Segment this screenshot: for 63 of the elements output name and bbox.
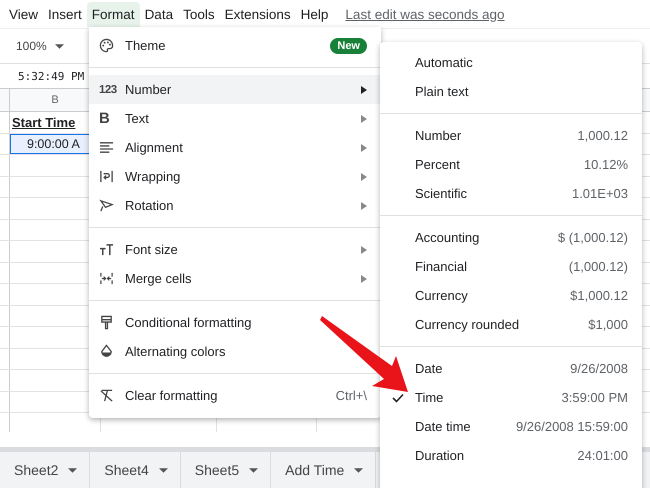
- glyph-icon: 123: [99, 84, 117, 96]
- menu-item[interactable]: Extensions: [220, 2, 296, 26]
- menu-item[interactable]: Currency rounded $1,000: [380, 310, 642, 339]
- example-value: 1,000.12: [577, 128, 628, 143]
- new-badge: New: [330, 38, 367, 54]
- example-value: 24:01:00: [577, 448, 628, 463]
- example-value: 10.12%: [584, 157, 628, 172]
- menu-item[interactable]: Accounting $ (1,000.12): [380, 223, 642, 252]
- formula-value: 5:32:49 PM: [18, 70, 84, 82]
- example-value: $ (1,000.12): [558, 230, 628, 245]
- menu-item[interactable]: Scientific 1.01E+03: [380, 179, 642, 208]
- menu-item[interactable]: Plain text: [380, 77, 642, 106]
- caret-icon: [354, 468, 364, 472]
- menu-item[interactable]: Help: [296, 2, 334, 26]
- palette-icon: [99, 38, 114, 53]
- sheet-tab[interactable]: Sheet4: [90, 452, 181, 488]
- clear-format-icon: [99, 388, 114, 403]
- wrap-icon: [99, 169, 114, 184]
- menu-item[interactable]: Merge cells: [89, 264, 381, 293]
- menu-item[interactable]: Currency $1,000.12: [380, 281, 642, 310]
- caret-icon: [158, 468, 168, 472]
- menu-item[interactable]: 123 Number: [89, 75, 381, 104]
- menu-item[interactable]: Rotation: [89, 191, 381, 220]
- sheet-tab[interactable]: Sheet2: [0, 452, 90, 488]
- menu-item[interactable]: Conditional formatting: [89, 308, 381, 337]
- example-value: 9/26/2008 15:59:00: [516, 419, 628, 434]
- example-value: $1,000.12: [570, 288, 628, 303]
- menu-item[interactable]: Insert: [43, 2, 87, 26]
- sheet-tab[interactable]: Add Time: [271, 452, 376, 488]
- menu-item[interactable]: Format: [86, 2, 140, 26]
- example-value: (1,000.12): [568, 259, 628, 274]
- font-size-icon: [99, 242, 114, 257]
- zoom-dropdown[interactable]: 100%: [12, 37, 68, 55]
- caret-icon: [249, 468, 258, 472]
- menu-item[interactable]: Percent 10.12%: [380, 150, 642, 179]
- menu-item[interactable]: Time 3:59:00 PM: [380, 383, 642, 412]
- drop-icon: [99, 344, 114, 359]
- example-value: $1,000: [588, 317, 628, 332]
- last-edit-link[interactable]: Last edit was seconds ago: [345, 6, 505, 22]
- menu-item[interactable]: View: [4, 2, 44, 26]
- menu-item[interactable]: Duration 24:01:00: [380, 441, 642, 470]
- menu-item[interactable]: Clear formatting Ctrl+\: [89, 381, 381, 410]
- menu-item[interactable]: Number 1,000.12: [380, 121, 642, 150]
- caret-icon: [54, 44, 64, 48]
- merge-icon: [99, 271, 114, 286]
- rotate-icon: [99, 198, 114, 213]
- menu-item[interactable]: Date time 9/26/2008 15:59:00: [380, 412, 642, 441]
- align-icon: [99, 140, 114, 155]
- example-value: 3:59:00 PM: [562, 390, 628, 405]
- menu-item[interactable]: Alternating colors: [89, 337, 381, 366]
- example-value: 1.01E+03: [572, 186, 628, 201]
- menu-item[interactable]: Font size: [89, 235, 381, 264]
- menu-item[interactable]: Data: [140, 2, 178, 26]
- menu-item[interactable]: Wrapping: [89, 162, 381, 191]
- sheet-tab[interactable]: Sheet5: [180, 452, 272, 488]
- shortcut-text: Ctrl+\: [336, 388, 367, 403]
- menu-item[interactable]: Automatic: [380, 48, 642, 77]
- menu-item[interactable]: Tools: [178, 2, 220, 26]
- caret-icon: [68, 468, 78, 472]
- example-value: 9/26/2008: [570, 361, 628, 376]
- paint-roller-icon: [99, 315, 114, 330]
- menu-item[interactable]: Theme New: [89, 31, 381, 60]
- menu-item[interactable]: Financial (1,000.12): [380, 252, 642, 281]
